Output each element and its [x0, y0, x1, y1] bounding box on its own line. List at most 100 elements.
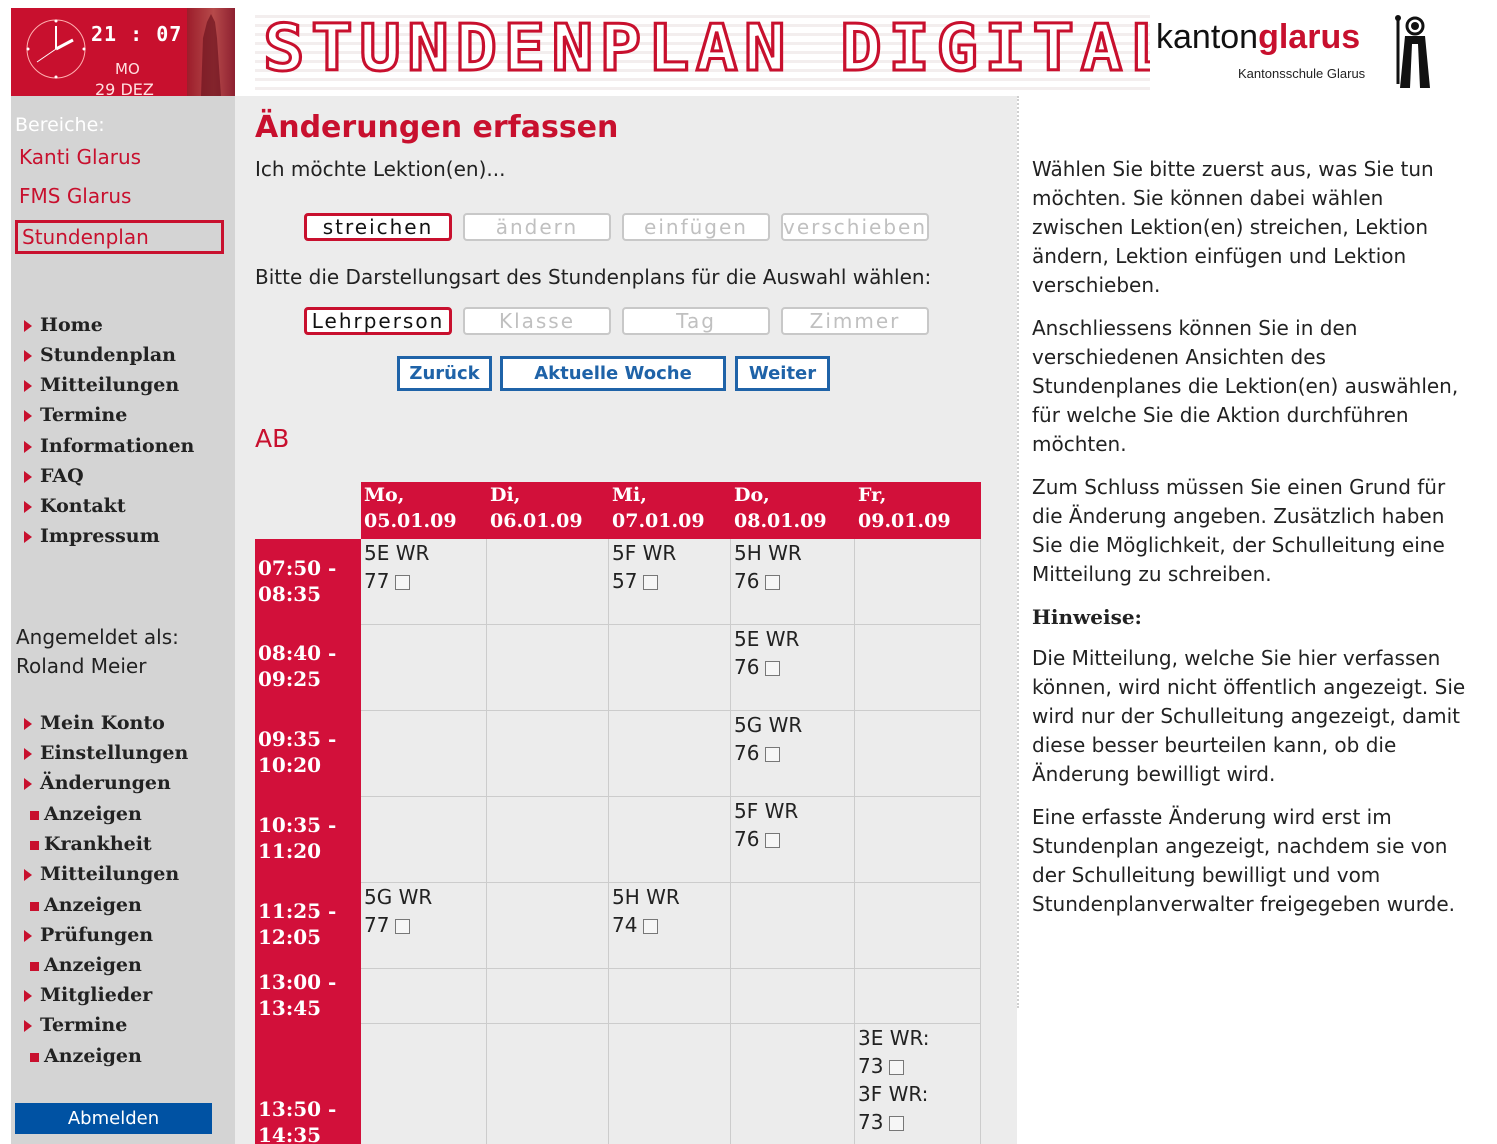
lesson-label: 5G WR [734, 713, 803, 737]
nav-mitteilungen[interactable]: Mitteilungen [24, 374, 179, 396]
empty-cell [855, 625, 981, 711]
nav-krankheit[interactable]: Krankheit [30, 833, 152, 855]
action-aendern-button[interactable]: ändern [463, 213, 611, 241]
help-paragraph-4: Die Mitteilung, welche Sie hier verfasse… [1032, 646, 1466, 786]
nav-label: Anzeigen [44, 1045, 142, 1067]
action-streichen-button[interactable]: streichen [304, 213, 452, 241]
lesson-room: 73 [858, 1054, 884, 1078]
lesson-checkbox[interactable] [889, 1060, 905, 1075]
lesson-room: 73 [858, 1110, 884, 1134]
nav-user-mitteilungen[interactable]: Mitteilungen [24, 863, 179, 885]
nav-mein-konto[interactable]: Mein Konto [24, 712, 165, 734]
slot-start: 13:50 - [258, 1097, 337, 1121]
lesson-checkbox[interactable] [643, 919, 659, 934]
empty-cell [731, 883, 855, 969]
view-prompt: Bitte die Darstellungsart des Stundenpla… [255, 265, 932, 289]
view-lehrperson-button[interactable]: Lehrperson [304, 307, 452, 335]
nav-aenderungen[interactable]: Änderungen [24, 772, 171, 794]
nav-impressum[interactable]: Impressum [24, 525, 160, 547]
lesson-checkbox[interactable] [765, 575, 781, 590]
nav-mitteilungen-anzeigen[interactable]: Anzeigen [30, 894, 142, 916]
arrow-right-icon [24, 441, 32, 453]
slot-end: 08:35 [258, 582, 322, 606]
empty-cell [487, 539, 609, 625]
day-date: 05.01.09 [364, 510, 457, 532]
nav-pruefungen-anzeigen[interactable]: Anzeigen [30, 954, 142, 976]
clock-weekday: MO [115, 60, 140, 78]
area-link-fms-glarus[interactable]: FMS Glarus [19, 184, 131, 208]
arrow-right-icon [24, 778, 32, 790]
lesson-room: 76 [734, 827, 760, 851]
lesson-checkbox[interactable] [643, 575, 659, 590]
logo-glarus-text: glarus [1258, 18, 1361, 56]
lesson-cell: 5F WR 76 [731, 797, 855, 883]
hints-heading: Hinweise: [1032, 605, 1142, 629]
lesson-checkbox[interactable] [889, 1116, 905, 1131]
empty-cell [731, 1024, 855, 1144]
nav-mitglieder[interactable]: Mitglieder [24, 984, 152, 1006]
empty-cell [609, 969, 731, 1024]
nav-user-termine[interactable]: Termine [24, 1014, 127, 1036]
lesson-room-row: 76 [734, 739, 854, 767]
nav-faq[interactable]: FAQ [24, 465, 84, 487]
lesson-room: 76 [734, 741, 760, 765]
lesson-checkbox[interactable] [765, 747, 781, 762]
empty-cell [487, 625, 609, 711]
lesson-cell: 3E WR: 73 3F WR: 73 [855, 1024, 981, 1144]
help-paragraph-1: Wählen Sie bitte zuerst aus, was Sie tun… [1032, 157, 1434, 297]
next-button[interactable]: Weiter [735, 356, 830, 391]
time-slot-5: 11:25 -12:05 [255, 883, 361, 969]
nav-label: Krankheit [44, 833, 152, 855]
nav-label: Anzeigen [44, 954, 142, 976]
arrow-right-icon [24, 748, 32, 760]
arrow-right-icon [24, 350, 32, 362]
nav-label: Einstellungen [40, 742, 189, 764]
clock-icon [26, 19, 86, 79]
view-tag-button[interactable]: Tag [622, 307, 770, 335]
nav-einstellungen[interactable]: Einstellungen [24, 742, 188, 764]
nav-aenderungen-anzeigen[interactable]: Anzeigen [30, 803, 142, 825]
current-week-button[interactable]: Aktuelle Woche [500, 356, 726, 391]
lesson-checkbox[interactable] [765, 833, 781, 848]
nav-stundenplan[interactable]: Stundenplan [24, 344, 176, 366]
area-link-stundenplan[interactable]: Stundenplan [15, 220, 224, 254]
lesson-label: 5H WR [612, 885, 680, 909]
nav-termine-anzeigen[interactable]: Anzeigen [30, 1045, 142, 1067]
slot-end: 11:20 [258, 839, 322, 863]
kanton-logo: kantonglarus [1156, 18, 1360, 57]
square-bullet-icon [30, 840, 39, 850]
nav-label: FAQ [40, 465, 84, 487]
lesson-checkbox[interactable] [395, 919, 411, 934]
lesson-label: 3F WR: [858, 1082, 929, 1106]
view-klasse-button[interactable]: Klasse [463, 307, 611, 335]
header-photo [187, 8, 235, 96]
nav-pruefungen[interactable]: Prüfungen [24, 924, 153, 946]
lesson-checkbox[interactable] [395, 575, 411, 590]
nav-home[interactable]: Home [24, 314, 103, 336]
area-link-kanti-glarus[interactable]: Kanti Glarus [19, 145, 141, 169]
view-zimmer-button[interactable]: Zimmer [781, 307, 929, 335]
school-name: Kantonsschule Glarus [1238, 66, 1366, 81]
banner-title: STUNDENPLAN DIGITAL [261, 11, 1150, 88]
action-verschieben-button[interactable]: verschieben [781, 213, 929, 241]
lesson-room-row: 76 [734, 825, 854, 853]
slot-end: 12:05 [258, 925, 322, 949]
help-paragraph-5: Eine erfasste Änderung wird erst im Stun… [1032, 805, 1455, 916]
arrow-right-icon [24, 930, 32, 942]
logo-kanton-text: kanton [1156, 18, 1259, 56]
empty-cell [487, 1024, 609, 1144]
back-button[interactable]: Zurück [397, 356, 492, 391]
logout-button[interactable]: Abmelden [15, 1103, 212, 1134]
slot-start: 11:25 - [258, 899, 337, 923]
logged-in-label: Angemeldet als: [16, 625, 179, 649]
nav-informationen[interactable]: Informationen [24, 435, 194, 457]
nav-kontakt[interactable]: Kontakt [24, 495, 126, 517]
nav-label: Termine [40, 404, 128, 426]
day-name: Fr, [858, 484, 887, 506]
empty-cell [361, 797, 487, 883]
lesson-checkbox[interactable] [765, 661, 781, 676]
action-einfuegen-button[interactable]: einfügen [622, 213, 770, 241]
nav-termine[interactable]: Termine [24, 404, 127, 426]
lesson-room: 77 [364, 569, 390, 593]
lesson-room: 74 [612, 913, 638, 937]
